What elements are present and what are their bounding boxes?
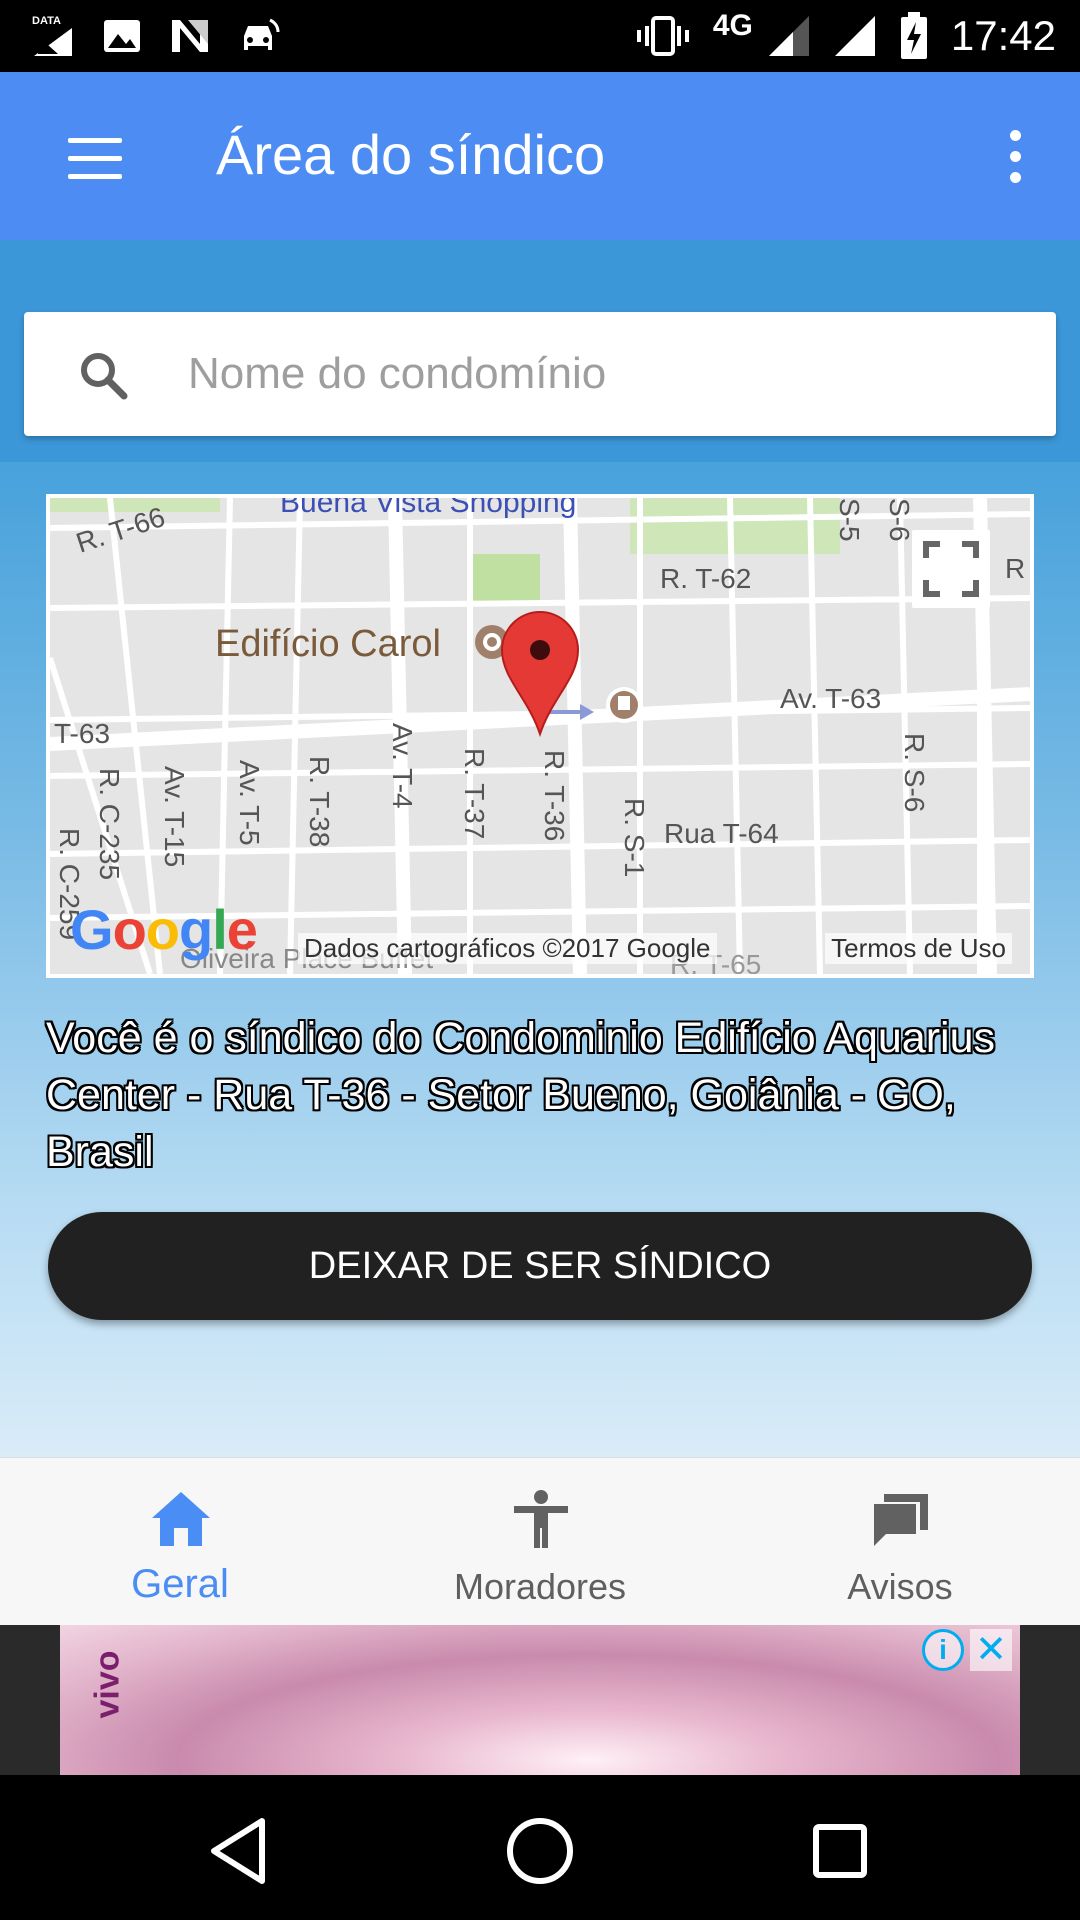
bottom-navigation: Geral Moradores Avisos xyxy=(0,1457,1080,1625)
svg-text:Rua T-64: Rua T-64 xyxy=(664,818,779,849)
hamburger-menu-icon[interactable] xyxy=(52,126,138,190)
nav-item-moradores[interactable]: Moradores xyxy=(360,1458,720,1626)
search-box[interactable] xyxy=(24,312,1056,436)
svg-text:R. T-62: R. T-62 xyxy=(660,563,751,594)
n-icon xyxy=(172,20,208,52)
nav-item-avisos[interactable]: Avisos xyxy=(720,1458,1080,1626)
system-navigation-bar xyxy=(0,1775,1080,1920)
svg-text:R. S-6: R. S-6 xyxy=(899,733,930,812)
more-vertical-icon[interactable] xyxy=(980,120,1050,192)
vibrate-icon xyxy=(636,16,689,56)
image-icon xyxy=(104,20,140,52)
search-icon xyxy=(81,353,128,400)
map-frame: R. T-66 Buena Vista Shopping R. T-62 Av.… xyxy=(46,494,1034,978)
signal-icon xyxy=(768,16,809,56)
fullscreen-icon[interactable] xyxy=(912,530,990,608)
map-terms-link[interactable]: Termos de Uso xyxy=(825,933,1012,964)
back-icon[interactable] xyxy=(200,1811,280,1891)
svg-text:DATA: DATA xyxy=(32,15,61,27)
map-copyright: Dados cartográficos ©2017 Google xyxy=(298,933,717,964)
page-title: Área do síndico xyxy=(216,123,606,186)
svg-text:R. T-36: R. T-36 xyxy=(539,750,570,841)
svg-text:S-5: S-5 xyxy=(834,498,865,542)
google-logo: Google xyxy=(70,898,258,961)
signal-icon xyxy=(834,16,875,56)
battery-charging-icon xyxy=(900,12,927,59)
ad-info-icon[interactable]: i xyxy=(922,1629,964,1671)
home-icon xyxy=(152,1492,210,1546)
svg-text:Av. T-15: Av. T-15 xyxy=(159,766,190,867)
network-type: 4G xyxy=(712,9,753,42)
nav-item-geral[interactable]: Geral xyxy=(0,1458,360,1626)
recents-icon[interactable] xyxy=(800,1811,880,1891)
ad-banner-area: vivo i ✕ xyxy=(0,1625,1080,1775)
ad-banner[interactable]: vivo i ✕ xyxy=(60,1625,1020,1775)
svg-text:Av. T-63: Av. T-63 xyxy=(780,683,881,714)
nav-label: Moradores xyxy=(453,1566,627,1607)
car-icon xyxy=(244,18,280,50)
home-button-icon[interactable] xyxy=(500,1811,580,1891)
svg-text:Buena Vista Shopping: Buena Vista Shopping xyxy=(280,498,576,519)
search-input[interactable] xyxy=(188,330,1028,418)
data-saver-icon: DATA xyxy=(32,15,72,56)
status-time: 17:42 xyxy=(950,12,1056,59)
svg-text:R. T-38: R. T-38 xyxy=(304,756,335,847)
svg-text:R. S-1: R. S-1 xyxy=(619,798,650,877)
nav-label: Geral xyxy=(131,1562,229,1606)
leave-syndic-button[interactable]: DEIXAR DE SER SÍNDICO xyxy=(48,1212,1032,1320)
chat-icon xyxy=(874,1494,928,1546)
svg-text:Av. T-4: Av. T-4 xyxy=(387,723,418,809)
nav-label: Avisos xyxy=(847,1566,953,1607)
ad-close-icon[interactable]: ✕ xyxy=(970,1629,1012,1671)
person-icon xyxy=(514,1490,568,1548)
svg-text:R: R xyxy=(1005,553,1025,584)
svg-text:S-6: S-6 xyxy=(884,498,915,542)
app-bar: Área do síndico xyxy=(0,72,1080,240)
svg-text:R. C-235: R. C-235 xyxy=(94,768,125,880)
ad-brand: vivo xyxy=(88,1650,127,1719)
syndic-message: Você é o síndico do Condominio Edifício … xyxy=(46,1014,995,1176)
svg-text:R. T-37: R. T-37 xyxy=(459,748,490,839)
map[interactable]: R. T-66 Buena Vista Shopping R. T-62 Av.… xyxy=(50,498,1030,974)
svg-text:Av. T-5: Av. T-5 xyxy=(234,760,265,846)
main-content: R. T-66 Buena Vista Shopping R. T-62 Av.… xyxy=(0,240,1080,1457)
svg-text:Edifício Carol: Edifício Carol xyxy=(215,623,441,665)
status-bar: DATA 4G 17:42 xyxy=(0,0,1080,72)
svg-text:T-63: T-63 xyxy=(54,718,110,749)
